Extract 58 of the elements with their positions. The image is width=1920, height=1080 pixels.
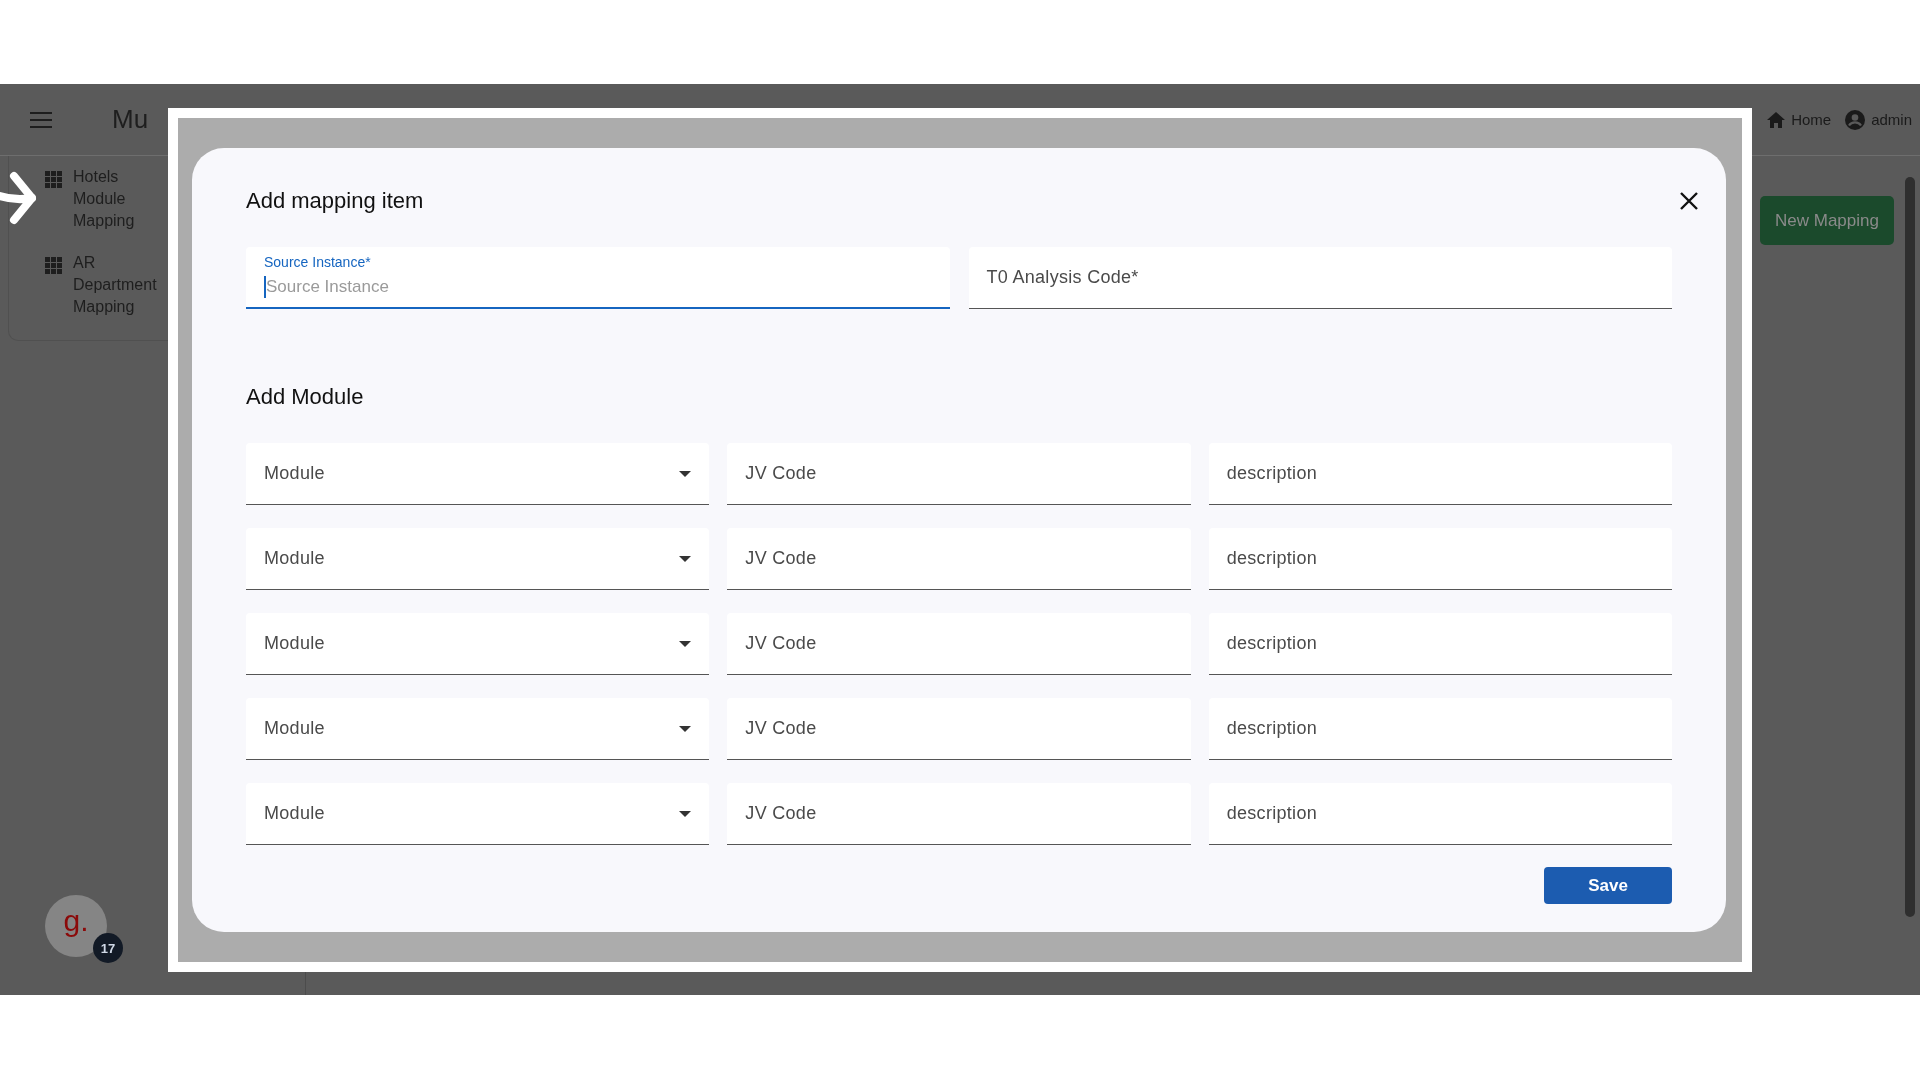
- text-field[interactable]: JV Code: [727, 783, 1191, 845]
- nav-label: admin: [1871, 111, 1912, 128]
- dropdown-icon: [679, 555, 692, 562]
- text-field[interactable]: JV Code: [727, 443, 1191, 505]
- text-field[interactable]: description: [1208, 443, 1672, 505]
- app-title: Mu: [112, 104, 150, 135]
- module-select[interactable]: Module: [246, 613, 710, 675]
- module-select[interactable]: Module: [246, 528, 710, 590]
- field-label: JV Code: [745, 633, 817, 654]
- field-label: JV Code: [745, 463, 817, 484]
- field-label: JV Code: [745, 718, 817, 739]
- field-label: T0 Analysis Code*: [986, 267, 1139, 288]
- count-badge: 17: [93, 933, 123, 963]
- field-label: description: [1226, 718, 1317, 739]
- grid-icon: [45, 257, 63, 275]
- menu-icon[interactable]: [30, 111, 52, 128]
- text-field[interactable]: description: [1208, 698, 1672, 760]
- module-select[interactable]: Module: [246, 783, 710, 845]
- text-field[interactable]: description: [1208, 613, 1672, 675]
- select-label: Module: [264, 548, 325, 569]
- text-field[interactable]: JV Code: [727, 528, 1191, 590]
- text-field[interactable]: description: [1208, 783, 1672, 845]
- text-field[interactable]: T0 Analysis Code*: [968, 247, 1672, 309]
- field-label: JV Code: [745, 548, 817, 569]
- field-label: description: [1226, 633, 1317, 654]
- text-field[interactable]: description: [1208, 528, 1672, 590]
- dropdown-icon: [679, 810, 692, 817]
- select-label: Module: [264, 633, 325, 654]
- dropdown-icon: [679, 470, 692, 477]
- module-select[interactable]: Module: [246, 443, 710, 505]
- select-label: Module: [264, 463, 325, 484]
- field-placeholder: Source Instance: [266, 277, 389, 297]
- nav-label: Home: [1791, 111, 1832, 128]
- field-label: Source Instance*: [264, 254, 371, 270]
- home-icon: [1767, 111, 1786, 128]
- module-select[interactable]: Module: [246, 698, 710, 760]
- section-title: Add Module: [246, 384, 365, 410]
- text-field[interactable]: Source Instance* Source Instance: [246, 247, 950, 309]
- sidebar-label: Hotels Module Mapping: [73, 167, 136, 231]
- text-field[interactable]: JV Code: [727, 613, 1191, 675]
- user-icon: [1845, 109, 1866, 130]
- dialog-title: Add mapping item: [246, 188, 424, 214]
- field-label: description: [1226, 803, 1317, 824]
- sidebar-label: AR Department Mapping: [73, 253, 158, 317]
- field-label: description: [1226, 548, 1317, 569]
- dropdown-icon: [679, 725, 692, 732]
- select-label: Module: [264, 803, 325, 824]
- save-button[interactable]: Save: [1544, 867, 1672, 904]
- field-label: JV Code: [745, 803, 817, 824]
- chat-logo: g.: [63, 904, 89, 938]
- text-field[interactable]: JV Code: [727, 698, 1191, 760]
- close-button[interactable]: [1680, 192, 1698, 210]
- dropdown-icon: [679, 640, 692, 647]
- select-label: Module: [264, 718, 325, 739]
- grid-icon: [45, 171, 63, 189]
- field-label: description: [1226, 463, 1317, 484]
- text-cursor: [264, 276, 266, 298]
- close-icon: [1680, 192, 1698, 210]
